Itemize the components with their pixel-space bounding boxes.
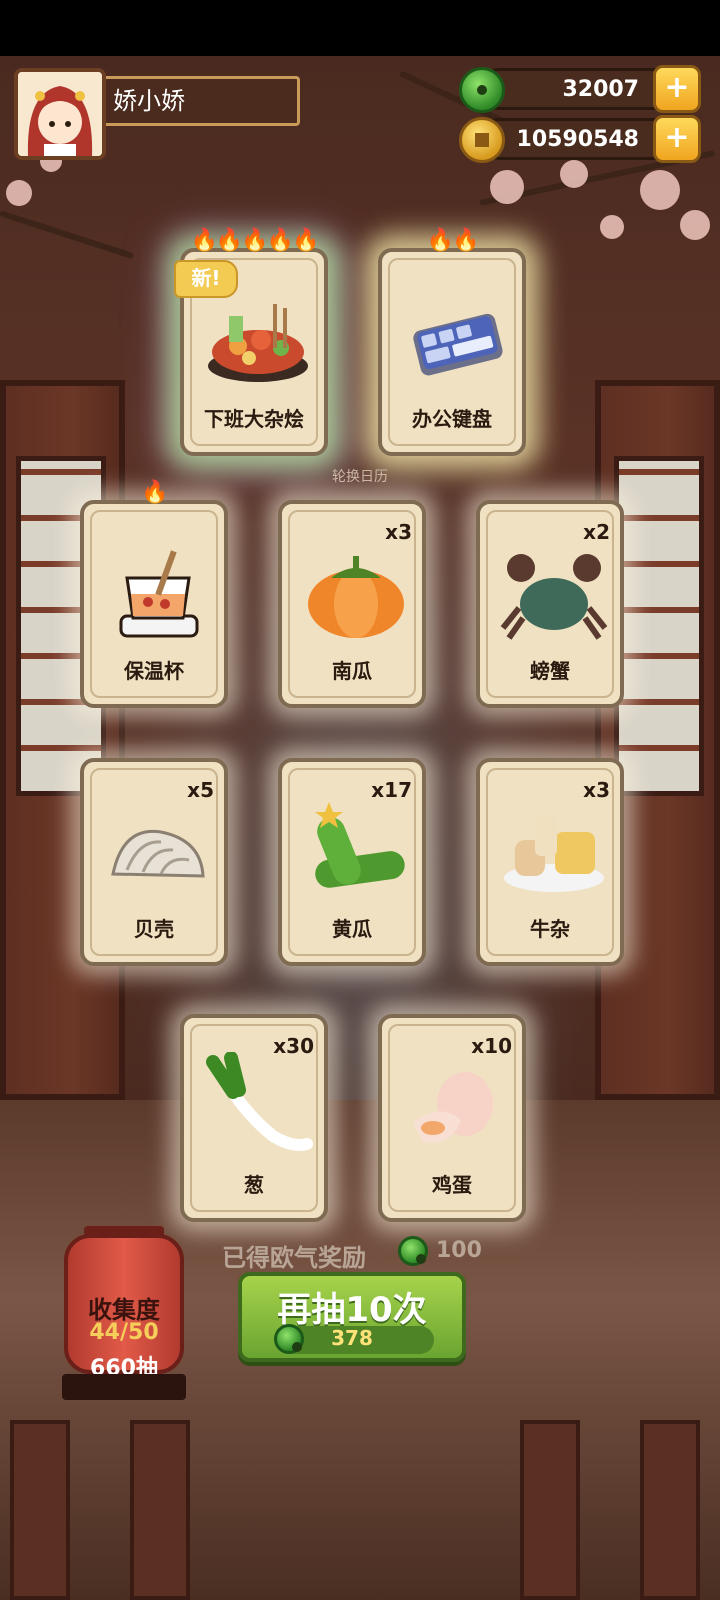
keyboard-icon [413,313,503,376]
card-featured-hotpot[interactable]: 🔥🔥🔥🔥🔥 新! 下班大杂烩 [174,228,328,456]
card-shell[interactable]: x5 贝壳 [80,758,228,966]
avatar-portrait-icon [18,72,102,156]
player-name: 娇小娇 [113,87,185,115]
card-label: 贝壳 [134,917,174,941]
flame-rating: 🔥 [141,480,168,505]
right-window [614,456,704,796]
draw-again-button[interactable]: 再抽10次 378 [238,1272,466,1362]
pumpkin-icon [308,556,404,638]
player-name-plate: 娇小娇 [100,76,300,126]
card-scallion[interactable]: x30 葱 [180,1014,328,1222]
card-label: 下班大杂烩 [204,407,304,431]
blossom [640,170,680,210]
crab-icon [500,554,608,640]
blossom [680,210,710,240]
flame-rating: 🔥🔥🔥🔥🔥 [190,228,320,253]
card-beef-offal[interactable]: x3 牛杂 [476,758,624,966]
jade-value: 32007 [562,77,639,102]
reward-value: 100 [436,1238,482,1263]
fence-post [640,1420,700,1600]
card-label: 南瓜 [332,659,372,683]
jade-icon [398,1236,428,1266]
card-label: 鸡蛋 [432,1173,472,1197]
card-label: 办公键盘 [412,407,492,431]
card-label: 黄瓜 [332,917,372,941]
fence-post [10,1420,70,1600]
blossom [6,180,32,206]
card-label: 葱 [244,1173,264,1197]
shell-icon [111,829,205,878]
egg-icon [413,1072,493,1144]
lantern-cap [84,1226,164,1238]
scallion-icon [206,1052,313,1151]
card-pumpkin[interactable]: x3 南瓜 [278,500,426,708]
blossom [560,160,588,188]
card-egg[interactable]: x10 鸡蛋 [378,1014,526,1222]
avatar[interactable] [14,68,106,160]
status-bar [0,0,720,56]
flame-rating: 🔥🔥 [426,228,480,253]
right-wall-panel [595,380,720,1100]
reward-label: 已得欧气奖励 [222,1244,366,1272]
coin-icon [459,117,505,163]
thermos-cup-icon [119,550,199,638]
lantern-stand [62,1374,186,1400]
card-label: 螃蟹 [530,659,570,683]
blossom [600,215,624,239]
blossom [490,170,524,204]
cucumber-icon [315,802,405,888]
card-crab[interactable]: x2 螃蟹 [476,500,624,708]
card-cucumber[interactable]: x17 黄瓜 [278,758,426,966]
collection-progress: 44/50 [89,1320,159,1345]
add-jade-button[interactable]: + [653,65,701,113]
card-label: 保温杯 [124,659,184,683]
card-label: 牛杂 [530,917,570,941]
add-coin-button[interactable]: + [653,115,701,163]
coin-value: 10590548 [516,127,639,152]
card-featured-keyboard[interactable]: 🔥🔥 办公键盘 [378,228,526,456]
fence-post [520,1420,580,1600]
collection-lantern[interactable]: 收集度 44/50 660抽 [64,1226,184,1381]
fence-post [130,1420,190,1600]
draw-cost: 378 [331,1326,373,1350]
jade-icon [459,67,505,113]
card-thermos[interactable]: 🔥 保温杯 [80,480,228,708]
beef-offal-icon [504,816,604,892]
coin-resource: 10590548 + [459,115,701,163]
draw-button-label: 再抽10次 [277,1290,427,1330]
jade-resource: 32007 + [459,65,701,113]
hotpot-icon [208,304,308,382]
